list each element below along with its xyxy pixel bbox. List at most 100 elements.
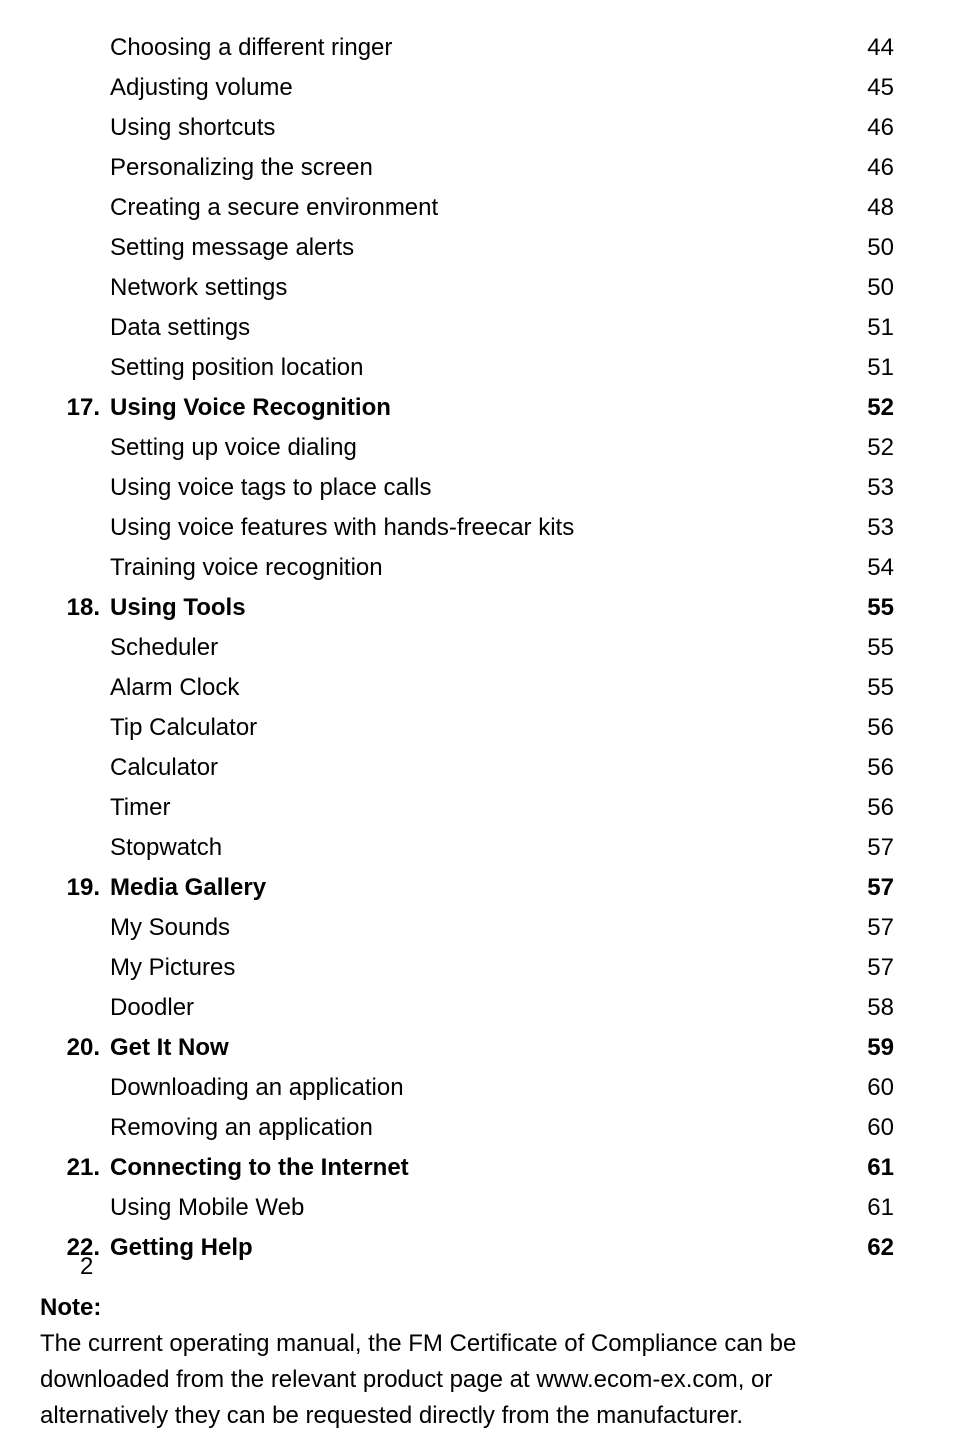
toc-row: Setting up voice dialing52	[40, 430, 894, 466]
toc-page: 59	[844, 1030, 894, 1066]
toc-row: 18.Using Tools55	[40, 590, 894, 626]
toc-page: 58	[844, 990, 894, 1026]
toc-page: 46	[844, 150, 894, 186]
toc-number	[40, 550, 110, 586]
toc-row: Using voice tags to place calls53	[40, 470, 894, 506]
toc-page: 54	[844, 550, 894, 586]
toc-title: Creating a secure environment	[110, 190, 844, 226]
toc-row: Training voice recognition54	[40, 550, 894, 586]
toc-title: Tip Calculator	[110, 710, 844, 746]
toc-page: 61	[844, 1190, 894, 1226]
toc-row: My Sounds57	[40, 910, 894, 946]
note-label: Note:	[40, 1290, 894, 1326]
toc-page: 62	[844, 1230, 894, 1266]
toc-page: 55	[844, 630, 894, 666]
toc-title: Timer	[110, 790, 844, 826]
toc-number	[40, 1110, 110, 1146]
toc-title: Using voice features with hands-freecar …	[110, 510, 844, 546]
toc-row: 17.Using Voice Recognition52	[40, 390, 894, 426]
toc-number: 17.	[40, 390, 110, 426]
toc-page: 48	[844, 190, 894, 226]
toc-number: 18.	[40, 590, 110, 626]
toc-page: 57	[844, 830, 894, 866]
toc-title: Setting up voice dialing	[110, 430, 844, 466]
toc-number	[40, 950, 110, 986]
toc-page: 44	[844, 30, 894, 66]
toc-title: Personalizing the screen	[110, 150, 844, 186]
toc-row: Downloading an application60	[40, 1070, 894, 1106]
toc-title: My Pictures	[110, 950, 844, 986]
toc-number: 19.	[40, 870, 110, 906]
toc-row: Setting message alerts50	[40, 230, 894, 266]
toc-number	[40, 470, 110, 506]
toc-page: 46	[844, 110, 894, 146]
toc-title: Removing an application	[110, 1110, 844, 1146]
toc-title: Doodler	[110, 990, 844, 1026]
toc-title: Setting message alerts	[110, 230, 844, 266]
toc-title: Stopwatch	[110, 830, 844, 866]
toc-page: 52	[844, 430, 894, 466]
toc-row: Using Mobile Web61	[40, 1190, 894, 1226]
toc-page: 55	[844, 670, 894, 706]
toc-page: 55	[844, 590, 894, 626]
toc-title: Adjusting volume	[110, 70, 844, 106]
toc-row: Personalizing the screen46	[40, 150, 894, 186]
toc-page: 50	[844, 270, 894, 306]
toc-row: Data settings51	[40, 310, 894, 346]
toc-row: Network settings50	[40, 270, 894, 306]
toc-title: Downloading an application	[110, 1070, 844, 1106]
toc-number	[40, 1190, 110, 1226]
toc-title: Get It Now	[110, 1030, 844, 1066]
toc-number	[40, 630, 110, 666]
toc-page: 57	[844, 950, 894, 986]
toc-page: 51	[844, 350, 894, 386]
toc-row: Choosing a different ringer44	[40, 30, 894, 66]
toc-number	[40, 190, 110, 226]
toc-title: Using Voice Recognition	[110, 390, 844, 426]
toc-row: My Pictures57	[40, 950, 894, 986]
toc-row: Setting position location51	[40, 350, 894, 386]
toc-page: 45	[844, 70, 894, 106]
toc-number: 22.	[40, 1230, 110, 1266]
toc-number	[40, 670, 110, 706]
toc-number	[40, 350, 110, 386]
toc-page: 61	[844, 1150, 894, 1186]
toc-row: Removing an application60	[40, 1110, 894, 1146]
toc-title: Network settings	[110, 270, 844, 306]
toc-row: 21.Connecting to the Internet61	[40, 1150, 894, 1186]
toc-number	[40, 1070, 110, 1106]
toc-row: 22.Getting Help62	[40, 1230, 894, 1266]
toc-number	[40, 430, 110, 466]
toc-page: 56	[844, 790, 894, 826]
toc-row: Alarm Clock55	[40, 670, 894, 706]
toc-title: Training voice recognition	[110, 550, 844, 586]
toc-number: 21.	[40, 1150, 110, 1186]
toc-title: Using Tools	[110, 590, 844, 626]
toc-row: Calculator56	[40, 750, 894, 786]
toc-title: Choosing a different ringer	[110, 30, 844, 66]
note-body: The current operating manual, the FM Cer…	[40, 1326, 894, 1434]
toc-page: 51	[844, 310, 894, 346]
toc-title: Media Gallery	[110, 870, 844, 906]
toc-number	[40, 70, 110, 106]
toc-title: Calculator	[110, 750, 844, 786]
toc-row: Adjusting volume45	[40, 70, 894, 106]
toc-number	[40, 990, 110, 1026]
toc-page: 50	[844, 230, 894, 266]
toc-title: Data settings	[110, 310, 844, 346]
toc-page: 60	[844, 1070, 894, 1106]
toc-number	[40, 270, 110, 306]
toc-number	[40, 510, 110, 546]
toc-row: Timer56	[40, 790, 894, 826]
toc-number	[40, 110, 110, 146]
toc-row: Tip Calculator56	[40, 710, 894, 746]
toc-page: 56	[844, 750, 894, 786]
toc-title: My Sounds	[110, 910, 844, 946]
toc-page: 57	[844, 910, 894, 946]
page-number: 2	[80, 1249, 93, 1285]
toc-number	[40, 750, 110, 786]
toc-title: Using Mobile Web	[110, 1190, 844, 1226]
toc-page: 57	[844, 870, 894, 906]
toc-page: 53	[844, 510, 894, 546]
toc-number	[40, 790, 110, 826]
